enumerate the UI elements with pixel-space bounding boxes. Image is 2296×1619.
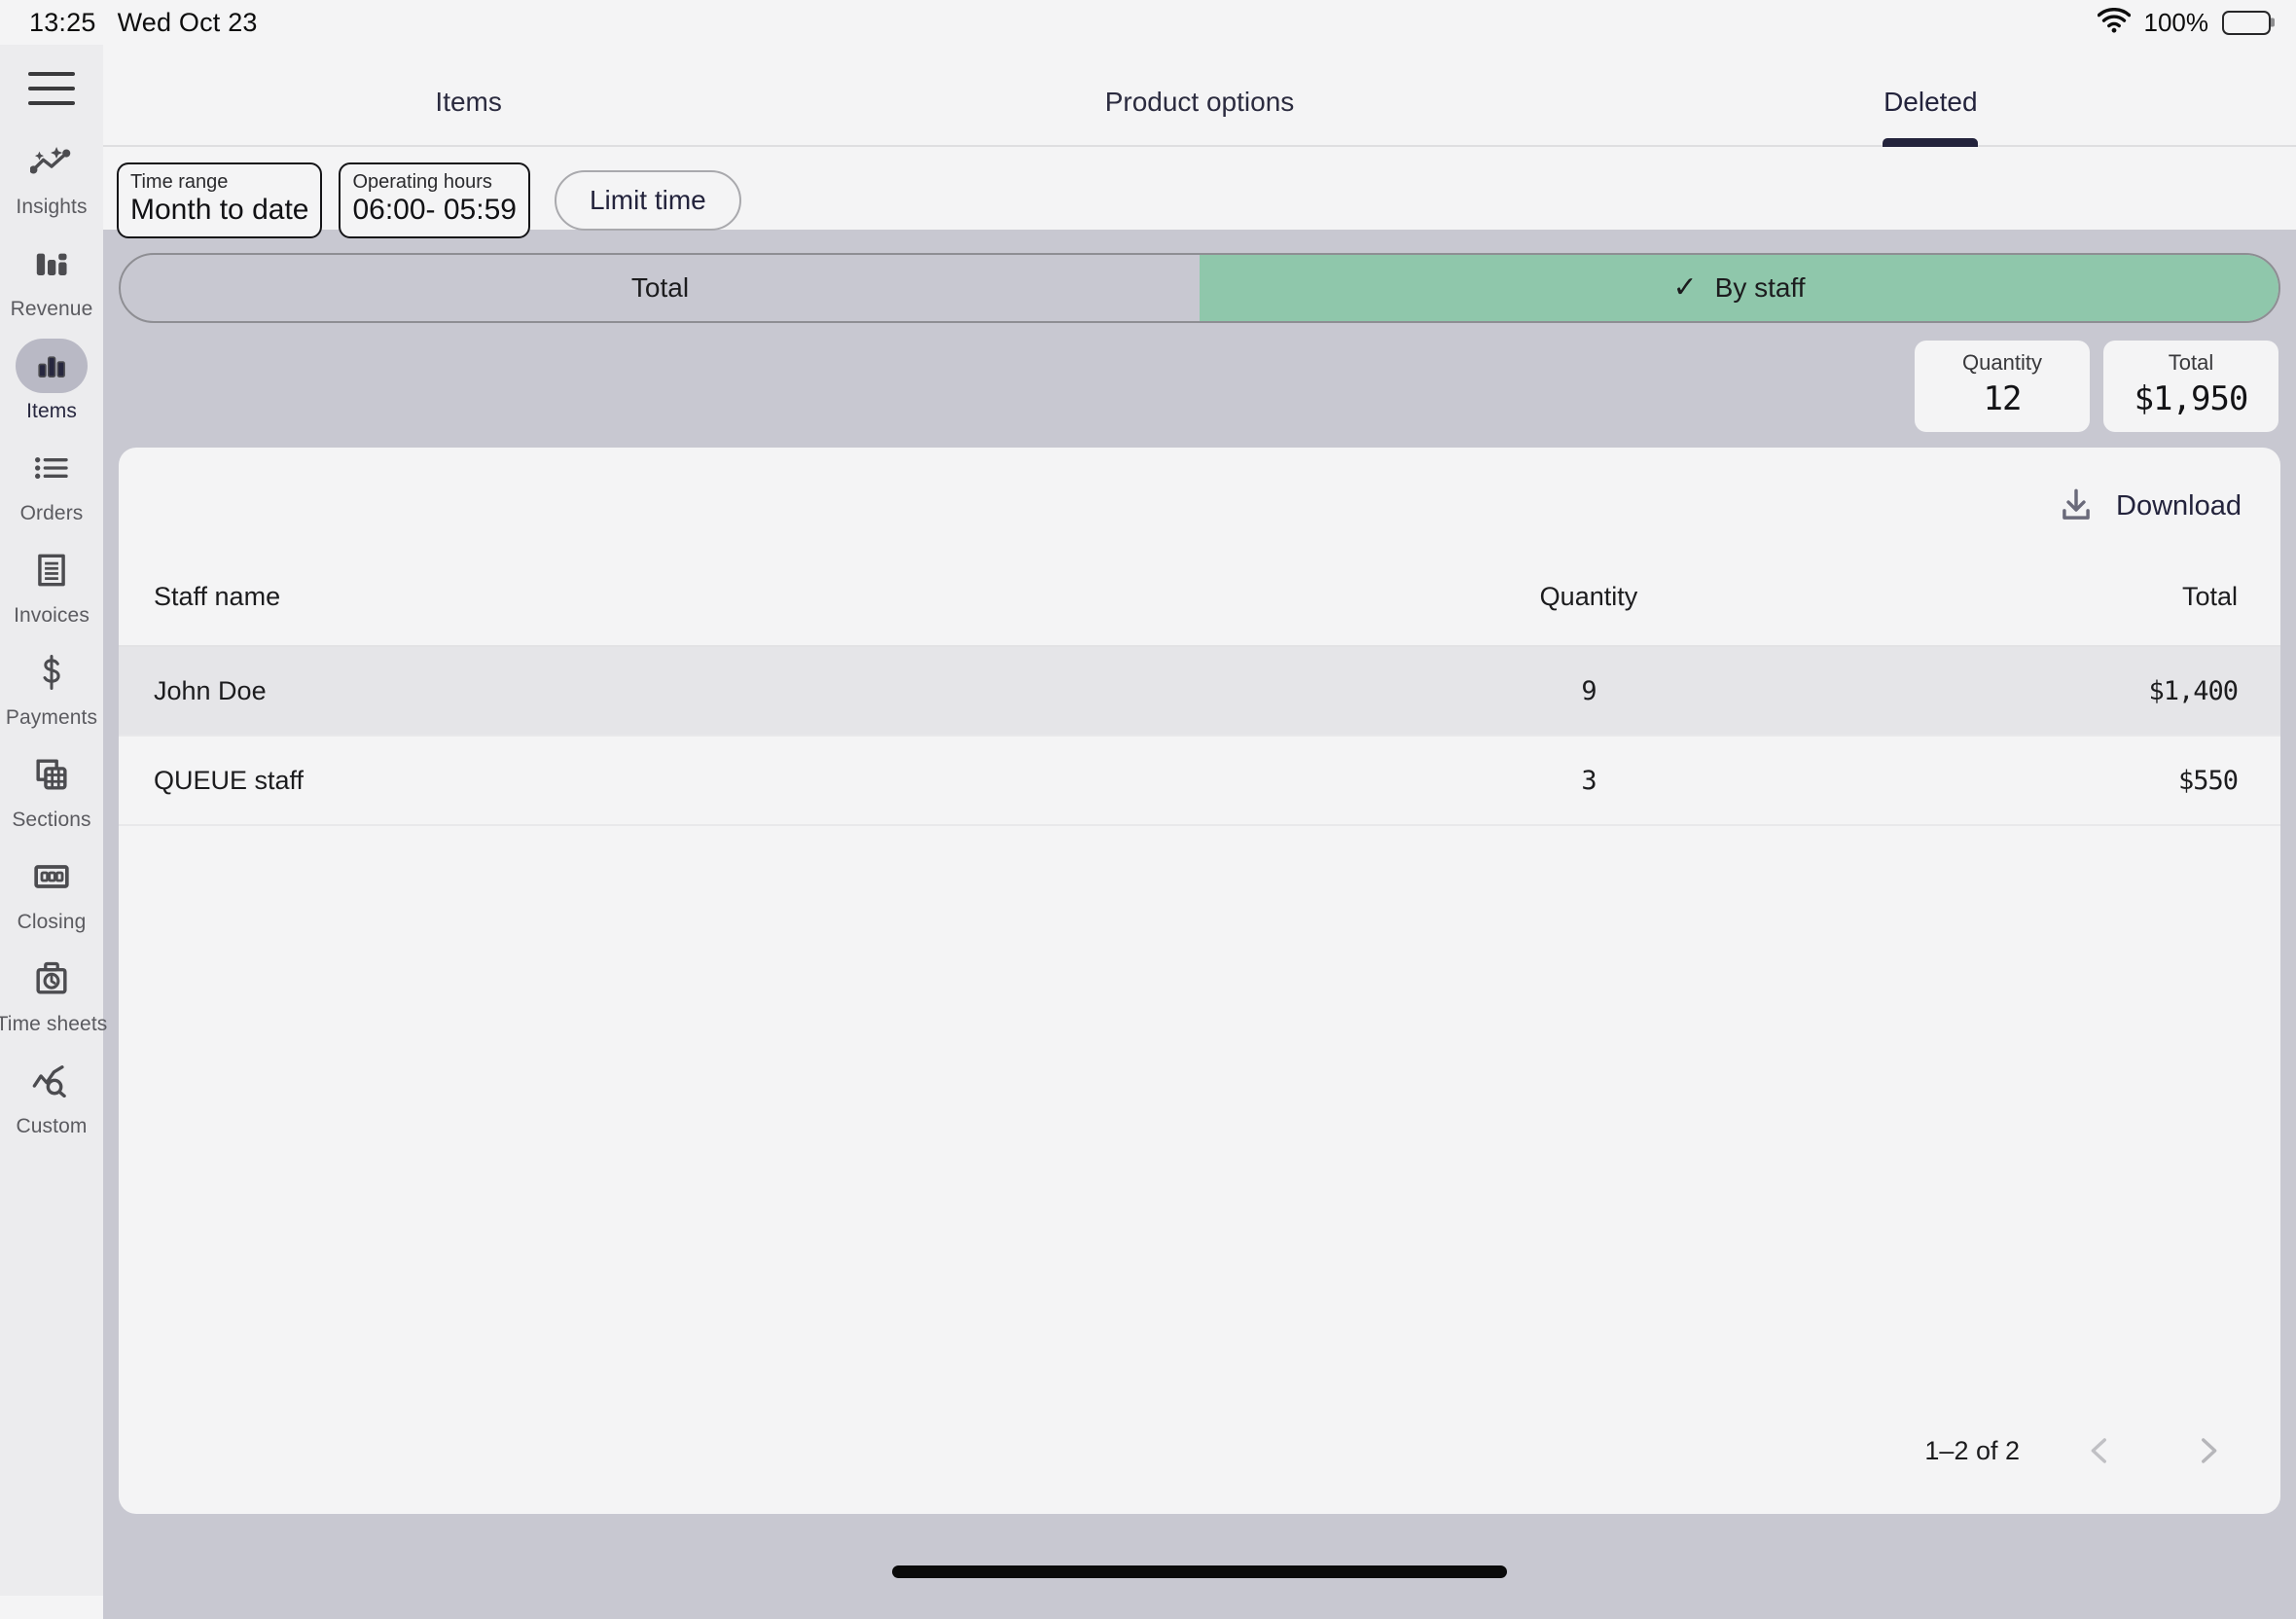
- pagination: 1–2 of 2: [1924, 1428, 2234, 1473]
- stat-quantity: Quantity 12: [1915, 341, 2090, 432]
- status-time: 13:25: [29, 8, 96, 38]
- cell-total: $1,400: [1826, 646, 2280, 736]
- status-date: Wed Oct 23: [118, 8, 258, 38]
- staff-table: Staff name Quantity Total John Doe 9 $1,…: [119, 564, 2280, 826]
- cell-quantity: 9: [1351, 646, 1827, 736]
- sidebar-item-closing[interactable]: Closing: [0, 849, 103, 934]
- sidebar-item-time-sheets[interactable]: Time sheets: [0, 952, 103, 1036]
- time-range-filter[interactable]: Time range Month to date: [117, 162, 322, 238]
- wifi-icon: [2098, 8, 2131, 38]
- cell-staff-name: John Doe: [119, 646, 1351, 736]
- table-header-row: Staff name Quantity Total: [119, 564, 2280, 646]
- cell-staff-name: QUEUE staff: [119, 736, 1351, 825]
- card-toolbar: Download: [119, 448, 2280, 564]
- table-row[interactable]: John Doe 9 $1,400: [119, 646, 2280, 736]
- summary-stats: Quantity 12 Total $1,950: [119, 341, 2280, 432]
- dollar-sign-icon: [35, 654, 68, 691]
- cell-quantity: 3: [1351, 736, 1827, 825]
- sidebar-item-label: Sections: [12, 809, 90, 832]
- tab-label: Items: [435, 87, 501, 118]
- sidebar-item-custom[interactable]: Custom: [0, 1054, 103, 1138]
- tab-bar: Items Product options Deleted: [103, 45, 2296, 147]
- chevron-right-icon[interactable]: [2181, 1428, 2234, 1473]
- check-icon: ✓: [1673, 273, 1698, 303]
- sidebar-item-label: Insights: [16, 196, 87, 219]
- status-bar: 13:25 Wed Oct 23 100%: [0, 0, 2296, 45]
- sidebar-item-revenue[interactable]: Revenue: [0, 236, 103, 321]
- pagination-info: 1–2 of 2: [1924, 1436, 2020, 1466]
- stat-total: Total $1,950: [2103, 341, 2278, 432]
- filter-bar: Time range Month to date Operating hours…: [103, 147, 2296, 238]
- content-area: ✓ Total ✓ By staff Quantity 12 Total $1,…: [103, 253, 2296, 1619]
- bar-chart-icon: [32, 248, 71, 279]
- hamburger-menu-icon[interactable]: [28, 72, 75, 105]
- tab-label: Product options: [1105, 87, 1295, 118]
- sidebar-item-label: Closing: [18, 911, 87, 934]
- column-header-quantity[interactable]: Quantity: [1351, 564, 1827, 646]
- time-clock-icon: [33, 960, 70, 997]
- battery-full-icon: [2222, 11, 2271, 35]
- segment-by-staff[interactable]: ✓ By staff: [1200, 255, 2278, 321]
- battery-percent: 100%: [2144, 8, 2209, 38]
- sidebar-item-label: Payments: [6, 706, 97, 730]
- segment-label: By staff: [1715, 272, 1806, 304]
- bottom-bar: [103, 1529, 2296, 1596]
- sidebar-item-orders[interactable]: Orders: [0, 441, 103, 525]
- tab-label: Deleted: [1883, 87, 1978, 118]
- staff-table-card: Download Staff name Quantity Total John …: [119, 448, 2280, 1514]
- operating-hours-value: 06:00- 05:59: [352, 194, 516, 228]
- column-header-staff-name[interactable]: Staff name: [119, 564, 1351, 646]
- top-bar: Items Product options Deleted Time range…: [103, 45, 2296, 230]
- stat-value: $1,950: [2115, 379, 2267, 418]
- table-body: John Doe 9 $1,400 QUEUE staff 3 $550: [119, 646, 2280, 825]
- time-range-label: Time range: [130, 171, 308, 194]
- table-row[interactable]: QUEUE staff 3 $550: [119, 736, 2280, 825]
- segment-total[interactable]: ✓ Total: [121, 255, 1200, 321]
- sidebar-item-label: Invoices: [14, 604, 90, 628]
- operating-hours-label: Operating hours: [352, 171, 516, 194]
- sidebar-item-label: Custom: [17, 1115, 88, 1138]
- time-range-value: Month to date: [130, 194, 308, 228]
- limit-time-button[interactable]: Limit time: [555, 170, 741, 231]
- list-icon: [32, 453, 71, 483]
- status-bar-right: 100%: [2098, 8, 2272, 38]
- view-mode-segmented-control: ✓ Total ✓ By staff: [119, 253, 2280, 323]
- home-indicator-bar[interactable]: [892, 1565, 1507, 1578]
- main-area: Items Product options Deleted Time range…: [103, 45, 2296, 1596]
- sidebar-item-label: Orders: [20, 502, 84, 525]
- table-copy-icon: [33, 756, 70, 793]
- download-icon: [2058, 486, 2095, 526]
- sidebar-item-label: Items: [26, 400, 77, 423]
- sidebar-item-payments[interactable]: Payments: [0, 645, 103, 730]
- status-bar-left: 13:25 Wed Oct 23: [29, 8, 258, 38]
- bar-chart-solid-icon: [32, 350, 71, 381]
- receipt-icon: [33, 552, 70, 589]
- stat-label: Total: [2115, 350, 2267, 376]
- stat-value: 12: [1926, 379, 2078, 418]
- column-header-total[interactable]: Total: [1826, 564, 2280, 646]
- sidebar-item-label: Revenue: [11, 298, 93, 321]
- segment-label: Total: [631, 272, 689, 304]
- operating-hours-filter[interactable]: Operating hours 06:00- 05:59: [339, 162, 529, 238]
- download-label: Download: [2116, 490, 2242, 522]
- sidebar-item-label: Time sheets: [0, 1013, 107, 1036]
- limit-time-label: Limit time: [590, 185, 706, 216]
- download-button[interactable]: Download: [2058, 486, 2242, 526]
- sidebar: Insights Revenue: [0, 45, 103, 1596]
- chevron-left-icon[interactable]: [2074, 1428, 2127, 1473]
- sidebar-item-sections[interactable]: Sections: [0, 747, 103, 832]
- chart-search-icon: [31, 1064, 72, 1097]
- sidebar-nav: Insights Revenue: [0, 134, 103, 1156]
- sidebar-item-invoices[interactable]: Invoices: [0, 543, 103, 628]
- tab-deleted[interactable]: Deleted: [1565, 45, 2296, 145]
- sidebar-item-items[interactable]: Items: [0, 339, 103, 423]
- sidebar-item-insights[interactable]: Insights: [0, 134, 103, 219]
- table-header: Staff name Quantity Total: [119, 564, 2280, 646]
- tab-items[interactable]: Items: [103, 45, 834, 145]
- cash-drawer-icon: [32, 861, 71, 892]
- cell-total: $550: [1826, 736, 2280, 825]
- insights-sparkline-icon: [30, 145, 73, 178]
- tab-product-options[interactable]: Product options: [834, 45, 1564, 145]
- stat-label: Quantity: [1926, 350, 2078, 376]
